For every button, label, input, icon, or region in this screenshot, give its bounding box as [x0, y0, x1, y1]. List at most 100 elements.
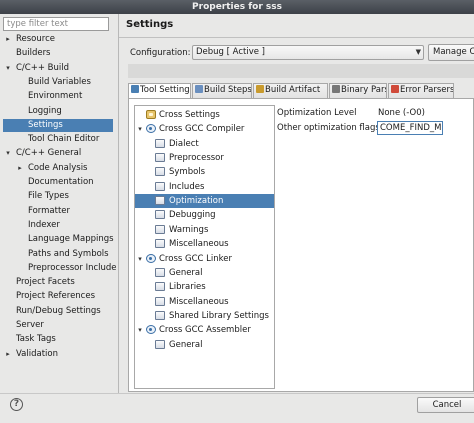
chevron-down-icon: ▼ [415, 48, 421, 56]
help-icon[interactable]: ? [10, 398, 23, 411]
sidebar-item-formatter[interactable]: Formatter [3, 205, 113, 218]
sidebar-item-project-references[interactable]: Project References [3, 290, 113, 303]
sidebar-item-run-debug-settings[interactable]: Run/Debug Settings [3, 305, 113, 318]
filter-input[interactable]: type filter text [3, 17, 109, 31]
cancel-button[interactable]: Cancel [417, 397, 474, 413]
option-category-icon [155, 153, 165, 163]
sidebar-item-c-c-build[interactable]: ▾ C/C++ Build [3, 62, 113, 75]
tab-error-parsers[interactable]: Error Parsers [388, 83, 454, 98]
sidebar-item-label: Tool Chain Editor [28, 134, 100, 145]
tool-tree-item[interactable]: General [135, 266, 274, 280]
tool-tree-item[interactable]: Libraries [135, 280, 274, 294]
configuration-select[interactable]: Debug [ Active ] ▼ [192, 45, 424, 60]
sidebar-item-logging[interactable]: Logging [3, 105, 113, 118]
sidebar-item-file-types[interactable]: File Types [3, 190, 113, 203]
tool-tree-label: General [169, 339, 203, 350]
sidebar-item-language-mappings[interactable]: Language Mappings [3, 233, 114, 246]
sidebar-item-label: Validation [16, 348, 58, 359]
tool-tree-label: Cross GCC Assembler [159, 325, 251, 336]
tool-tree-item[interactable]: ▾ Cross GCC Linker [135, 252, 274, 266]
tool-settings-icon [131, 85, 139, 93]
tool-tree-item[interactable]: Warnings [135, 223, 274, 237]
sidebar-item-build-variables[interactable]: Build Variables [3, 76, 113, 89]
error-parsers-icon [391, 85, 399, 93]
expand-right-icon[interactable]: ▸ [4, 348, 12, 361]
tool-icon [146, 124, 156, 134]
tab-label: Binary Parsers [341, 85, 386, 95]
optimization-level-label: Optimization Level [277, 108, 357, 118]
tool-tree-label: Optimization [169, 196, 224, 207]
sidebar-item-label: C/C++ Build [16, 62, 70, 73]
sidebar-item-code-analysis[interactable]: ▸ Code Analysis [3, 162, 113, 175]
option-category-icon [155, 167, 165, 177]
tool-tree-item[interactable]: Cross Settings [135, 108, 274, 122]
expand-down-icon[interactable]: ▾ [136, 323, 144, 337]
tool-tree-item[interactable]: ▾ Cross GCC Assembler [135, 323, 274, 337]
sidebar-item-indexer[interactable]: Indexer [3, 219, 113, 232]
sidebar-item-tool-chain-editor[interactable]: Tool Chain Editor [3, 133, 113, 146]
panel-divider[interactable] [118, 14, 119, 394]
other-flags-input[interactable]: COME_FIND_ME [377, 121, 443, 135]
tool-tree-item[interactable]: Miscellaneous [135, 295, 274, 309]
sidebar-item-task-tags[interactable]: Task Tags [3, 333, 113, 346]
binary-parsers-icon [332, 85, 340, 93]
sidebar-item-project-facets[interactable]: Project Facets [3, 276, 113, 289]
tool-tree-item[interactable]: General [135, 338, 274, 352]
option-category-icon [155, 339, 165, 349]
expand-right-icon[interactable]: ▸ [16, 162, 24, 175]
tool-settings-tree: Cross Settings ▾ Cross GCC Compiler Dialect… [134, 105, 275, 389]
option-category-icon [155, 282, 165, 292]
option-category-icon [155, 138, 165, 148]
sidebar-item-label: Project Facets [16, 277, 75, 288]
tab-label: Error Parsers [400, 85, 454, 95]
tool-tree-label: Shared Library Settings [169, 310, 269, 321]
header-divider [119, 37, 474, 38]
tool-tree-label: Miscellaneous [169, 239, 229, 250]
tool-tree-label: General [169, 267, 203, 278]
tool-tree-item[interactable]: Preprocessor [135, 151, 274, 165]
tool-tree-item[interactable]: Symbols [135, 165, 274, 179]
manage-configurations-button[interactable]: Manage Co [428, 44, 474, 61]
sidebar-item-documentation[interactable]: Documentation [3, 176, 113, 189]
tool-tree-label: Includes [169, 181, 205, 192]
expand-right-icon[interactable]: ▸ [4, 33, 12, 46]
other-flags-label: Other optimization flags [277, 123, 380, 133]
tab-build-artifact[interactable]: Build Artifact [253, 83, 328, 98]
sidebar-item-label: Environment [28, 91, 83, 102]
sidebar-item-environment[interactable]: Environment [3, 90, 113, 103]
sidebar-item-settings[interactable]: Settings [3, 118, 113, 132]
optimization-level-select[interactable]: None (-O0) [378, 107, 425, 119]
sidebar-item-c-c-general[interactable]: ▾ C/C++ General [3, 147, 113, 160]
sidebar-item-validation[interactable]: ▸ Validation [3, 348, 113, 361]
tab-binary-parsers[interactable]: Binary Parsers [329, 83, 387, 98]
sidebar-item-builders[interactable]: Builders [3, 47, 113, 60]
option-category-icon [155, 239, 165, 249]
sidebar-item-label: Formatter [28, 205, 71, 216]
tool-tree-item[interactable]: Shared Library Settings [135, 309, 274, 323]
tool-tree-item[interactable]: Optimization [135, 194, 274, 209]
tab-tool-settings[interactable]: Tool Settings [128, 83, 191, 99]
expand-down-icon[interactable]: ▾ [136, 252, 144, 266]
sidebar-item-label: Server [16, 320, 44, 330]
tool-tree-item[interactable]: Dialect [135, 137, 274, 151]
configuration-value: Debug [ Active ] [196, 47, 265, 57]
sidebar-item-resource[interactable]: ▸ Resource [3, 33, 113, 46]
page-title: Settings [126, 19, 174, 30]
sidebar-item-paths-and-symbols[interactable]: Paths and Symbols [3, 248, 113, 261]
tool-tree-item[interactable]: ▾ Cross GCC Compiler [135, 122, 274, 136]
window-title: Properties for sss [0, 0, 474, 14]
tab-build-steps[interactable]: Build Steps [192, 83, 252, 98]
sidebar-item-preprocessor-include[interactable]: Preprocessor Include [3, 262, 117, 275]
tool-tree-item[interactable]: Miscellaneous [135, 237, 274, 251]
tool-tree-item[interactable]: Includes [135, 180, 274, 194]
tool-tree-label: Dialect [169, 138, 199, 149]
expand-down-icon[interactable]: ▾ [4, 147, 12, 160]
tool-icon [146, 253, 156, 263]
expand-down-icon[interactable]: ▾ [136, 122, 144, 136]
tool-tree-label: Cross Settings [159, 110, 220, 120]
tool-tree-item[interactable]: Debugging [135, 208, 274, 222]
sidebar-item-label: Language Mappings [28, 234, 114, 245]
option-category-icon [155, 296, 165, 306]
expand-down-icon[interactable]: ▾ [4, 62, 12, 75]
sidebar-item-server[interactable]: Server [3, 319, 113, 332]
